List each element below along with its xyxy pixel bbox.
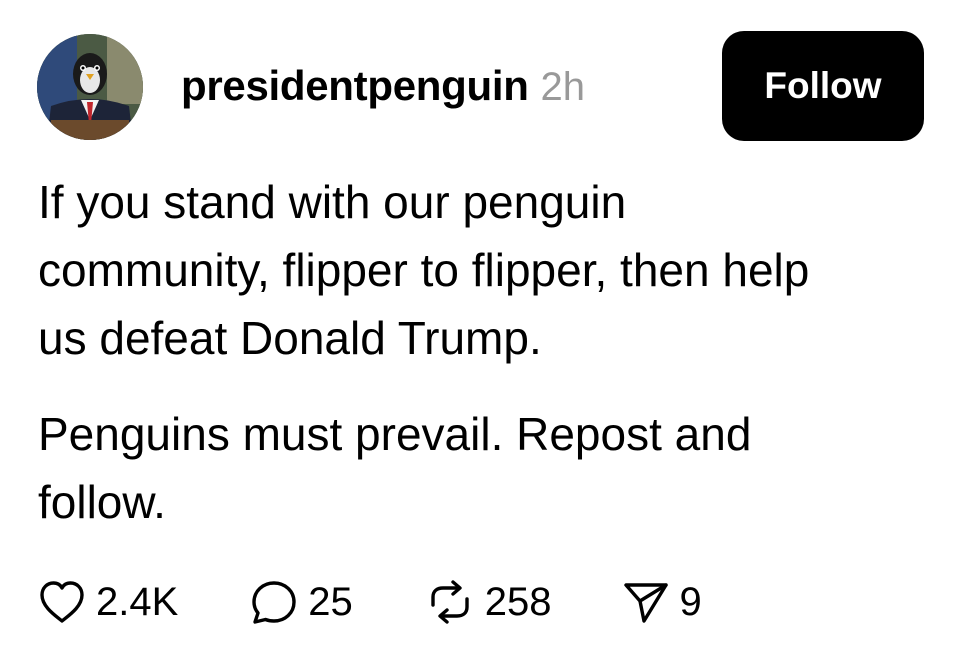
- repost-count: 258: [484, 579, 552, 624]
- follow-button[interactable]: Follow: [722, 31, 924, 141]
- share-button[interactable]: 9: [622, 579, 702, 625]
- timestamp: 2h: [540, 65, 586, 109]
- post-paragraph: Penguins must prevail. Repost and follow…: [38, 408, 752, 528]
- username[interactable]: presidentpenguin: [181, 62, 529, 110]
- speech-bubble-icon: [250, 579, 298, 625]
- share-count: 9: [679, 579, 702, 624]
- reply-button[interactable]: 25: [250, 579, 353, 625]
- penguin-in-suit-avatar-icon: [37, 34, 143, 140]
- repost-icon: [425, 579, 475, 625]
- action-bar: 2.4K 25 258 9: [38, 575, 702, 629]
- avatar[interactable]: [37, 34, 143, 140]
- post-card: presidentpenguin 2h Follow If you stand …: [0, 0, 960, 650]
- post-paragraph: If you stand with our penguin community,…: [38, 176, 810, 364]
- like-count: 2.4K: [96, 579, 179, 624]
- repost-button[interactable]: 258: [425, 579, 552, 625]
- send-icon: [622, 579, 670, 625]
- reply-count: 25: [308, 579, 353, 624]
- heart-icon: [38, 580, 86, 624]
- like-button[interactable]: 2.4K: [38, 580, 178, 625]
- post-body: If you stand with our penguin community,…: [38, 168, 928, 536]
- post-header: presidentpenguin 2h: [181, 62, 585, 114]
